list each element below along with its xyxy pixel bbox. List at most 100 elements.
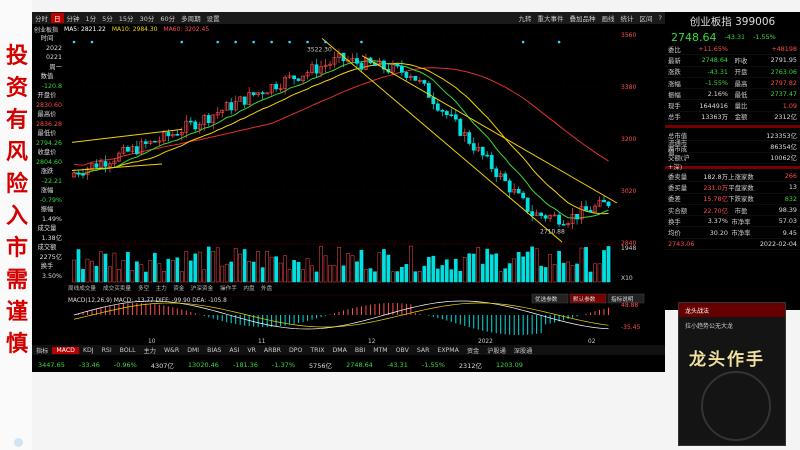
volume-bar bbox=[404, 264, 409, 283]
volume-bar bbox=[471, 253, 476, 283]
volume-bar bbox=[539, 265, 543, 283]
volume-bar bbox=[305, 258, 310, 283]
low-annotation: 2710.88 bbox=[540, 228, 565, 235]
quote-value: 1.09 bbox=[782, 101, 797, 110]
info-key: 开盘价 bbox=[37, 92, 57, 99]
indicator-tab[interactable]: W&R bbox=[160, 347, 183, 354]
volume-bar bbox=[153, 252, 157, 283]
book-cover-image: 龙头战法 拉小趋势公无大龙 龙头作手 bbox=[678, 302, 786, 446]
volume-bar bbox=[337, 247, 341, 283]
info-value: -22.21 bbox=[41, 177, 62, 185]
signal-dot bbox=[270, 40, 273, 44]
candle-body bbox=[606, 201, 611, 207]
indicator-tab[interactable]: DMA bbox=[329, 347, 351, 354]
indicator-tab[interactable]: 指标 bbox=[32, 346, 52, 355]
quote-label: 上涨家数 bbox=[728, 172, 754, 181]
caption-char: 险 bbox=[5, 171, 28, 197]
play-icon[interactable] bbox=[14, 438, 23, 447]
price-axis-label: 3560 bbox=[621, 32, 636, 39]
divider bbox=[665, 125, 800, 129]
candle-body bbox=[588, 210, 593, 213]
indicator-tab[interactable]: 资金 bbox=[463, 346, 483, 355]
indicator-tab[interactable]: 沪股通 bbox=[483, 346, 510, 355]
macd-button-label: 优选参数 bbox=[535, 295, 558, 303]
quote-value: 1644916 bbox=[699, 101, 728, 110]
screen: 投资有风险入市需谨慎 分时日分钟 1分 5分 15分 30分 60分 多周期 设置 九转 重大事件… bbox=[0, 0, 800, 450]
indicator-tab[interactable]: ARBR bbox=[260, 347, 285, 354]
index-value: 3447.65 bbox=[38, 361, 65, 369]
candle-body bbox=[440, 110, 445, 112]
volume-bar bbox=[292, 260, 296, 283]
sub-tab: 主力 bbox=[156, 284, 168, 292]
volume-bar bbox=[242, 249, 247, 283]
candle-body bbox=[602, 199, 606, 203]
volume-bar bbox=[409, 245, 413, 283]
candle-body bbox=[399, 65, 404, 73]
sub-tab: 资金 bbox=[173, 284, 185, 292]
candle-body bbox=[175, 134, 180, 136]
indicator-tab[interactable]: SAR bbox=[413, 347, 434, 354]
indicator-tab[interactable]: RSI bbox=[98, 347, 116, 354]
volume-bar bbox=[265, 251, 269, 283]
info-value: 2022 bbox=[45, 44, 62, 52]
indicator-tab[interactable]: BOLL bbox=[116, 347, 140, 354]
info-key: 成交额 bbox=[37, 244, 57, 251]
signal-dot bbox=[288, 40, 291, 44]
volume-bar bbox=[584, 247, 588, 283]
candle-body bbox=[507, 180, 512, 193]
indicator-tab[interactable]: BIAS bbox=[203, 347, 225, 354]
volume-bar bbox=[570, 265, 575, 283]
indicator-tab[interactable]: MACD bbox=[52, 346, 79, 354]
indicator-tab[interactable]: TRIX bbox=[306, 347, 328, 354]
candle-body bbox=[242, 96, 247, 105]
quote-label: 最新 bbox=[668, 56, 681, 65]
volume-bar bbox=[323, 255, 328, 283]
volume-bar bbox=[170, 260, 175, 283]
candle-body bbox=[521, 192, 526, 199]
candlestick-chart[interactable]: 3522.302710.88356033803200302028401948X1… bbox=[32, 12, 665, 345]
quote-value: +11.65% bbox=[698, 45, 728, 54]
quote-value: -43.31 bbox=[707, 67, 728, 76]
candle-body bbox=[152, 140, 157, 143]
candle-body bbox=[292, 75, 296, 80]
quote-value: 57.03 bbox=[778, 217, 797, 226]
info-value: 2794.26 bbox=[35, 139, 62, 147]
info-key: 最高价 bbox=[37, 111, 57, 118]
candle-body bbox=[143, 141, 148, 144]
volume-bar bbox=[139, 264, 144, 283]
indicator-tab[interactable]: VR bbox=[243, 347, 260, 354]
quote-label: 换手 bbox=[668, 217, 681, 226]
indicator-tab[interactable]: MTM bbox=[369, 347, 391, 354]
sub-tab: 内盘 bbox=[243, 284, 255, 292]
info-value: 2830.60 bbox=[35, 101, 62, 109]
index-value: 13020.46 bbox=[187, 361, 219, 369]
info-value: 1.49% bbox=[41, 215, 62, 223]
indicator-tab[interactable]: 深股通 bbox=[510, 346, 537, 355]
volume-bar bbox=[552, 264, 557, 283]
candle-body bbox=[435, 103, 440, 111]
candle-body bbox=[126, 146, 130, 152]
indicator-tab[interactable]: 主力 bbox=[140, 346, 160, 355]
quote-row: 委差 15.78亿 下跌家数 832 bbox=[665, 194, 800, 205]
quote-label: 市盈 bbox=[734, 206, 748, 215]
indicator-tab[interactable]: EXPMA bbox=[433, 347, 462, 354]
info-key: 成交量 bbox=[37, 225, 57, 232]
indicator-tab[interactable]: KDJ bbox=[79, 347, 98, 354]
price-axis-label: 3200 bbox=[621, 136, 636, 143]
quote-value: -1.55% bbox=[705, 79, 728, 88]
candle-body bbox=[539, 212, 544, 216]
volume-bar bbox=[418, 271, 422, 283]
indicator-tab[interactable]: DPO bbox=[285, 347, 306, 354]
indicator-tab[interactable]: DMI bbox=[183, 347, 203, 354]
quote-label: 下跌家数 bbox=[728, 195, 754, 204]
volume-bar bbox=[494, 253, 499, 283]
candle-body bbox=[193, 121, 198, 130]
volume-bar bbox=[449, 269, 454, 283]
volume-bar bbox=[274, 256, 278, 283]
volume-bar bbox=[597, 263, 602, 283]
info-value: 2836.28 bbox=[35, 120, 62, 128]
indicator-tab[interactable]: ASI bbox=[225, 347, 243, 354]
indicator-tab[interactable]: BBI bbox=[351, 347, 369, 354]
volume-bar bbox=[530, 246, 534, 283]
indicator-tab[interactable]: OBV bbox=[392, 347, 413, 354]
